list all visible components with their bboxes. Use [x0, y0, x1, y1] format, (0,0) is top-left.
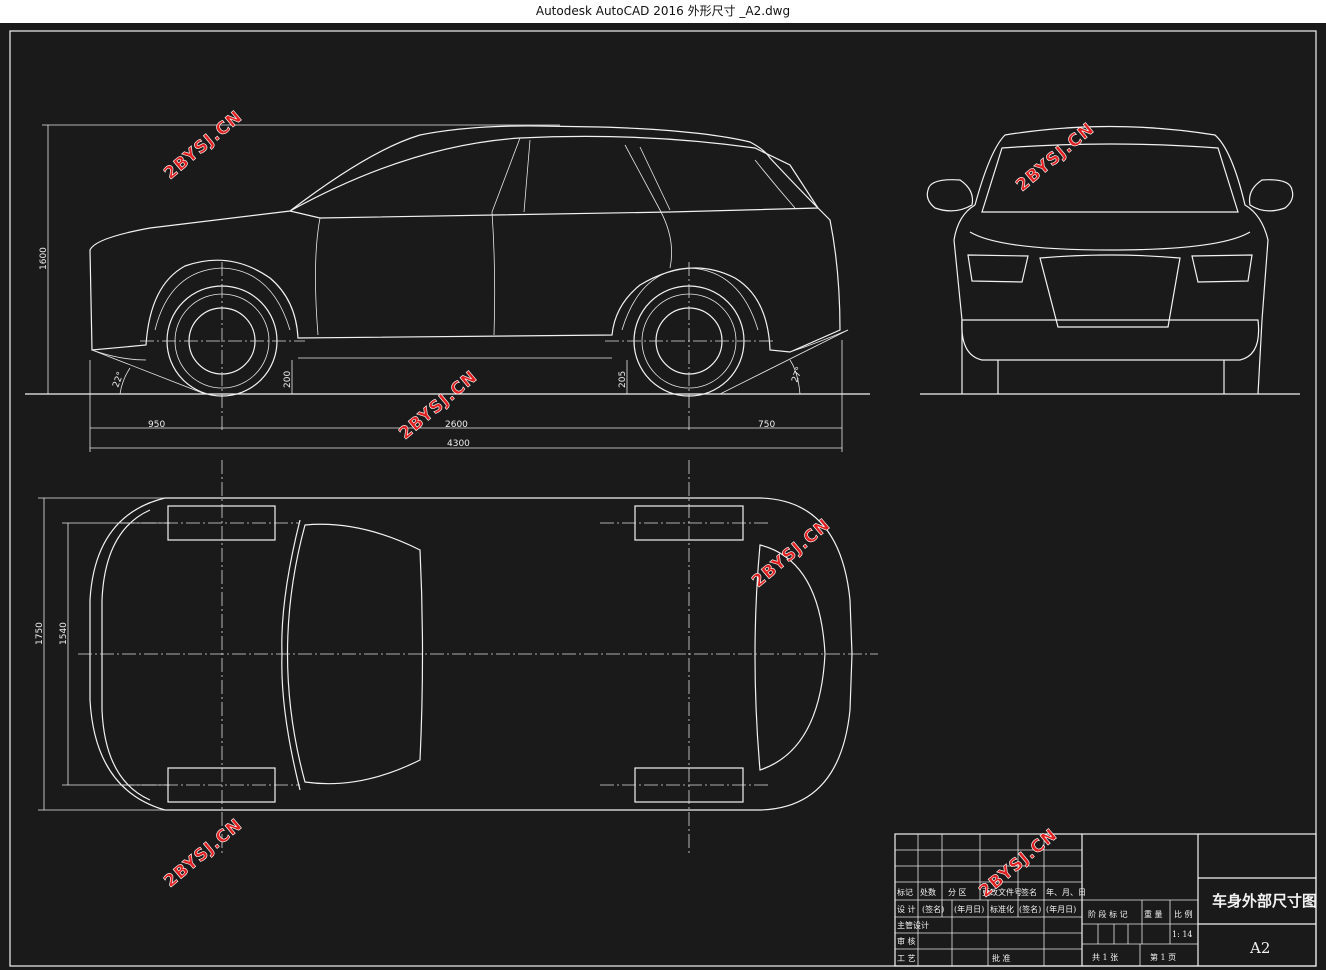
tb-stage-1: 重 量 [1144, 909, 1163, 919]
clearance-rear-label: 205 [618, 371, 628, 388]
tb-design-2: (年月日) [954, 904, 984, 914]
front-door-edge [315, 217, 321, 336]
tb-scale: 1: 14 [1172, 930, 1193, 939]
tb-design-0: 设 计 [897, 904, 916, 914]
watermark-2: 2BYSJ.CN [1012, 119, 1098, 196]
window-title: Autodesk AutoCAD 2016 外形尺寸 _A2.dwg [0, 0, 1326, 23]
tb-header-0: 标记 [897, 887, 913, 897]
b-pillar [491, 137, 521, 336]
front-body-outline [953, 125, 1269, 395]
watermark-4: 2BYSJ.CN [748, 515, 834, 592]
sheet-size: A2 [1249, 939, 1270, 957]
tb-left-1: 审 核 [897, 936, 916, 946]
bumper-lines [91, 329, 849, 361]
headlight-left [967, 254, 1029, 283]
tb-stage-0: 阶 段 标 记 [1088, 909, 1128, 919]
track-label: 1540 [59, 622, 69, 645]
front-view [920, 125, 1300, 395]
tb-stage-2: 比 例 [1174, 909, 1193, 919]
tb-header-5: 年、月、日 [1046, 887, 1086, 897]
title-block: 标记 处数 分 区 更改文件号 签名 年、月、日 设 计 (签名) (年月日) … [894, 833, 1317, 967]
tb-design-5: (年月日) [1046, 904, 1076, 914]
watermark-3: 2BYSJ.CN [395, 367, 481, 444]
tb-approve: 批 准 [992, 953, 1011, 963]
tb-sheets-1: 第 1 页 [1150, 952, 1176, 962]
headlight-right [1191, 254, 1253, 283]
height-label: 1600 [39, 247, 49, 270]
tb-header-1: 处数 [920, 887, 936, 897]
side-body-outline [89, 125, 841, 353]
tb-left-0: 主管设计 [897, 920, 929, 930]
clearance-front-label: 200 [283, 371, 293, 388]
drawing-title: 车身外部尺寸图 [1212, 892, 1317, 910]
front-wheel [140, 262, 305, 430]
rear-wheel [605, 262, 775, 430]
drawing-canvas[interactable]: 22° 27° 200 205 1600 950 2600 750 4300 1… [0, 23, 1326, 970]
approach-angle-label: 22° [111, 371, 126, 389]
length-label: 4300 [447, 439, 470, 449]
mirror-left [926, 179, 974, 212]
tb-header-4: 签名 [1021, 887, 1037, 897]
tb-design-4: (签名) [1019, 904, 1041, 914]
width-label: 1750 [35, 622, 45, 645]
mirror-right [1248, 179, 1294, 212]
c-pillar [624, 144, 673, 269]
wheelbase-label: 2600 [445, 420, 468, 430]
rear-overhang-label: 750 [758, 420, 775, 430]
watermark-5: 2BYSJ.CN [160, 815, 246, 892]
tb-design-3: 标准化 [990, 904, 1014, 914]
front-bumper-top [101, 509, 151, 801]
departure-angle-label: 27° [790, 366, 805, 384]
window-line [288, 135, 820, 219]
grille [1039, 254, 1181, 328]
tb-header-2: 分 区 [948, 888, 967, 897]
tb-design-1: (签名) [922, 904, 944, 914]
b-pillar-inner [523, 139, 531, 213]
hood-line [969, 231, 1251, 251]
front-bumper [961, 319, 1260, 361]
front-overhang-label: 950 [148, 420, 165, 430]
watermark-1: 2BYSJ.CN [160, 107, 246, 184]
tb-sheets-0: 共 1 张 [1092, 953, 1118, 962]
rear-glass [754, 159, 796, 209]
top-view: 1750 1540 [35, 460, 878, 855]
tb-left-2: 工 艺 [897, 954, 916, 963]
cad-drawing[interactable]: 22° 27° 200 205 1600 950 2600 750 4300 1… [0, 23, 1326, 970]
